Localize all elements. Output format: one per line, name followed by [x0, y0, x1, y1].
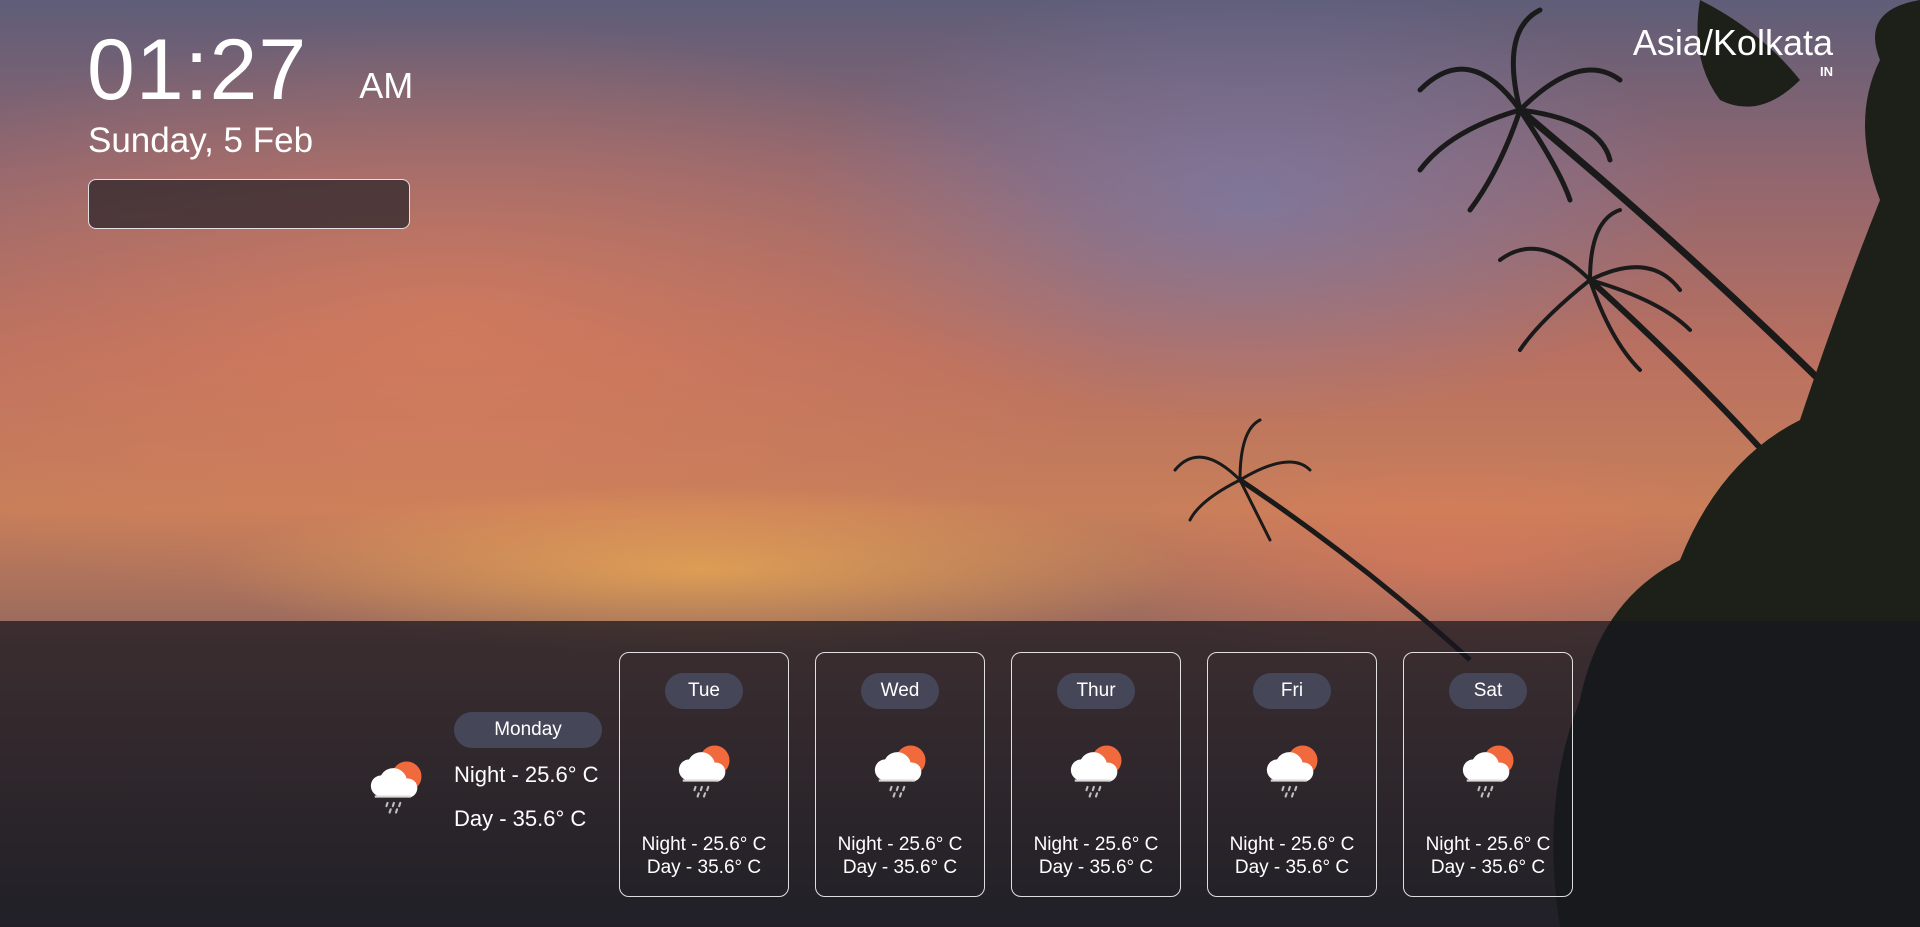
- forecast-card-fri: Fri Night - 25.6° C Day - 35.6° C: [1207, 652, 1377, 897]
- forecast-day-temp: Day - 35.6° C: [1234, 857, 1350, 878]
- forecast-card-wed: Wed Night - 25.6° C Day - 35.6° C: [815, 652, 985, 897]
- forecast-day-label: Fri: [1253, 673, 1331, 709]
- clock-ampm: AM: [359, 65, 414, 106]
- forecast-day-temp: Day - 35.6° C: [842, 857, 958, 878]
- today-night-temp: Night - 25.6° C: [454, 762, 599, 787]
- cloud-rain-sun-icon: [1454, 737, 1522, 805]
- cloud-rain-sun-icon: [1062, 737, 1130, 805]
- forecast-day-label: Wed: [861, 673, 939, 709]
- date-label: Sunday, 5 Feb: [88, 121, 314, 160]
- forecast-cards: Tue Night - 25.6° C Day - 35.6° C Wed Ni…: [619, 652, 1599, 897]
- today-forecast: Monday Night - 25.6° C Day - 35.6° C: [362, 712, 602, 850]
- timezone-name: Asia/Kolkata: [1632, 22, 1833, 63]
- forecast-night-temp: Night - 25.6° C: [641, 834, 767, 855]
- forecast-card-thur: Thur Night - 25.6° C Day - 35.6° C: [1011, 652, 1181, 897]
- timezone-info: Asia/Kolkata IN: [1633, 22, 1833, 80]
- forecast-card-sat: Sat Night - 25.6° C Day - 35.6° C: [1403, 652, 1573, 897]
- forecast-day-temp: Day - 35.6° C: [1038, 857, 1154, 878]
- forecast-day-label: Thur: [1057, 673, 1135, 709]
- forecast-night-temp: Night - 25.6° C: [1229, 834, 1355, 855]
- forecast-day-label: Tue: [665, 673, 743, 709]
- cloud-rain-sun-icon: [362, 753, 430, 821]
- forecast-day-temp: Day - 35.6° C: [646, 857, 762, 878]
- cloud-rain-sun-icon: [1258, 737, 1326, 805]
- forecast-day-temp: Day - 35.6° C: [1430, 857, 1546, 878]
- cloud-rain-sun-icon: [670, 737, 738, 805]
- forecast-night-temp: Night - 25.6° C: [837, 834, 963, 855]
- clock-time: 01:27: [87, 22, 308, 118]
- forecast-night-temp: Night - 25.6° C: [1033, 834, 1159, 855]
- today-day-temp: Day - 35.6° C: [454, 806, 587, 831]
- city-search-input[interactable]: [88, 179, 410, 229]
- clock: 01:27 AM: [87, 22, 413, 118]
- forecast-night-temp: Night - 25.6° C: [1425, 834, 1551, 855]
- forecast-card-tue: Tue Night - 25.6° C Day - 35.6° C: [619, 652, 789, 897]
- forecast-day-label: Sat: [1449, 673, 1527, 709]
- timezone-country: IN: [1820, 64, 1833, 79]
- today-day-label: Monday: [454, 712, 602, 748]
- cloud-rain-sun-icon: [866, 737, 934, 805]
